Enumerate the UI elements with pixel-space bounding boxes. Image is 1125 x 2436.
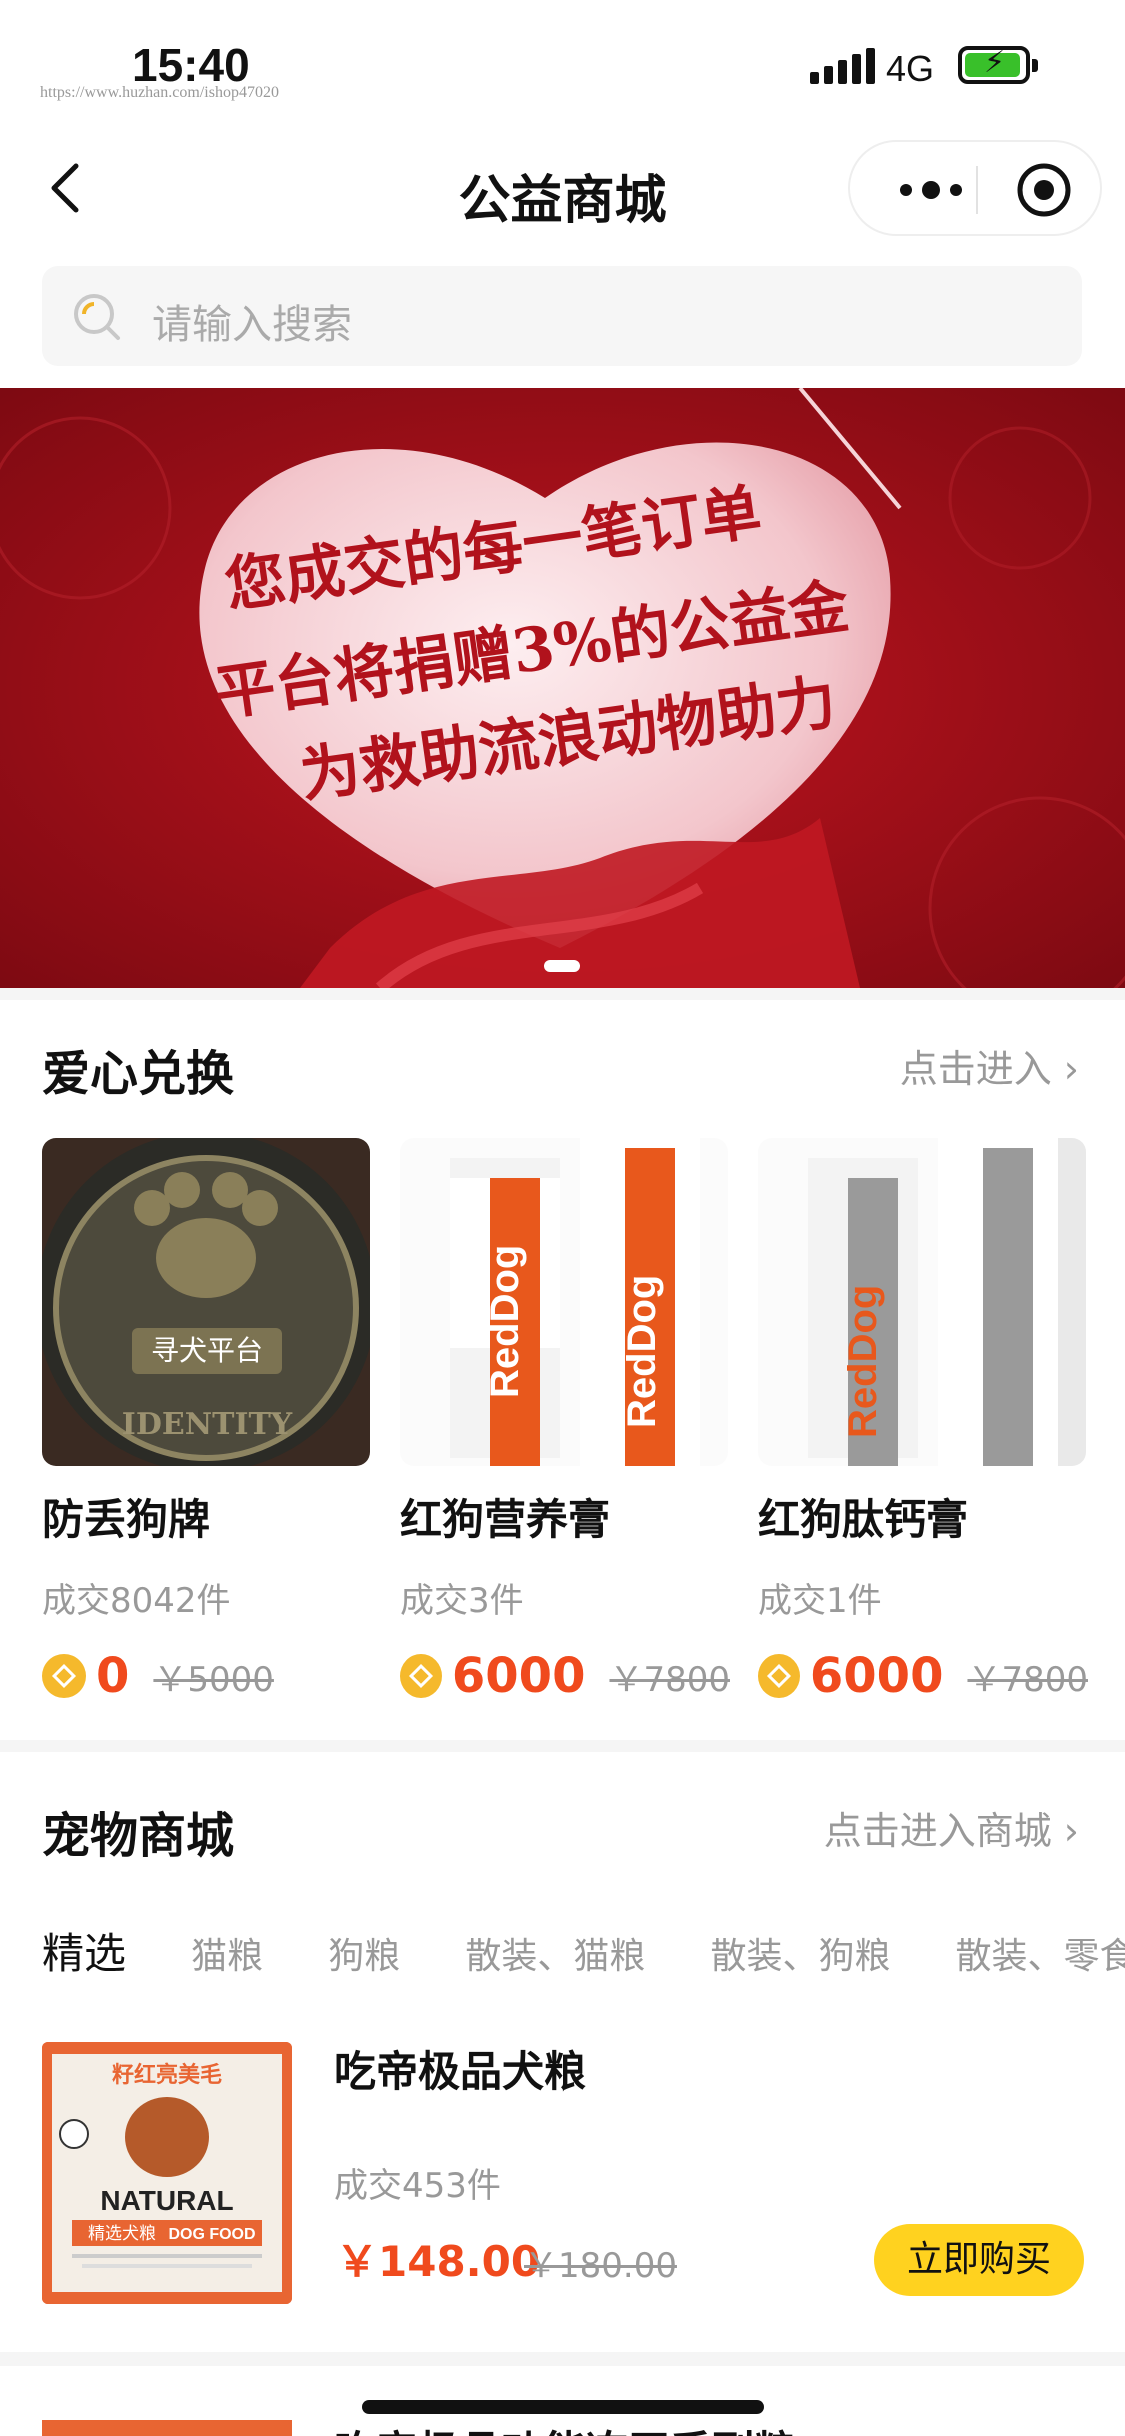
close-miniapp-icon[interactable]	[1014, 160, 1074, 220]
reddog-nutrition-paste-image: RedDog RedDog	[400, 1138, 728, 1466]
coin-icon	[42, 1654, 86, 1698]
exchange-item[interactable]: 寻犬平台 IDENTITY 防丢狗牌 成交8042件 0 ￥5000	[42, 1138, 372, 1704]
coin-price: 6000	[809, 1648, 944, 1704]
love-exchange-link[interactable]: 点击进入 ›	[900, 1038, 1079, 1093]
tab-bulk-snacks[interactable]: 散装、零食	[956, 1927, 1125, 1979]
product-image-partial	[42, 2420, 292, 2436]
love-exchange-title: 爱心兑换	[42, 1046, 235, 1102]
coin-price: 0	[96, 1648, 130, 1704]
signal-icon	[810, 48, 875, 84]
item-prices: 6000 ￥7800	[758, 1648, 1088, 1704]
item-prices: 0 ￥5000	[42, 1648, 372, 1704]
banner-text-block: 您成交的每一笔订单 平台将捐赠3%的公益金 为救助流浪动物助力	[0, 388, 1125, 988]
product-name-partial: 吃帝极品功能冻干系列粮	[334, 2418, 796, 2436]
item-sold: 成交1件	[758, 1581, 882, 1621]
original-price: ￥5000	[153, 1659, 274, 1700]
pack-sub-text: 精选犬粮	[88, 2224, 156, 2244]
item-sold: 成交3件	[400, 1581, 524, 1621]
promo-banner[interactable]: 您成交的每一笔订单 平台将捐赠3%的公益金 为救助流浪动物助力	[0, 388, 1125, 988]
item-name: 红狗肽钙膏	[758, 1495, 969, 1544]
tab-featured[interactable]: 精选	[42, 1920, 126, 1980]
dog-food-image: 籽红亮美毛 NATURAL 精选犬粮 DOG FOOD	[42, 2042, 292, 2304]
coin-icon	[400, 1654, 442, 1698]
coin-icon	[758, 1654, 800, 1698]
battery-icon: ⚡	[958, 46, 1038, 84]
original-price: ￥7800	[609, 1659, 730, 1700]
exchange-item[interactable]: RedDog 红狗肽钙膏 成交1件 6000 ￥7800	[758, 1138, 1088, 1704]
pack-top-text: 籽红亮美毛	[112, 2062, 222, 2088]
pet-shop-title: 宠物商城	[42, 1808, 235, 1864]
item-name: 防丢狗牌	[42, 1495, 211, 1544]
pack-en-text: DOG FOOD	[168, 2226, 255, 2243]
chevron-right-icon: ›	[1051, 1809, 1079, 1853]
reddog-brand-1: RedDog	[483, 1245, 527, 1398]
network-type: 4G	[886, 48, 935, 89]
item-name: 红狗营养膏	[400, 1495, 611, 1544]
buy-now-button[interactable]: 立即购买	[874, 2224, 1084, 2296]
product-sold: 成交453件	[334, 2166, 501, 2206]
pet-shop-link-text: 点击进入商城	[823, 1809, 1052, 1853]
product-original-price: ￥180.00	[524, 2246, 677, 2286]
search-input[interactable]: 请输入搜索	[42, 266, 1082, 366]
pack-brand-text: NATURAL	[100, 2185, 233, 2216]
chevron-right-icon: ›	[1051, 1047, 1079, 1091]
product-item[interactable]: 籽红亮美毛 NATURAL 精选犬粮 DOG FOOD 吃帝极品犬粮 成交453…	[0, 2032, 1125, 2322]
reddog-brand-2: RedDog	[620, 1275, 664, 1428]
reddog-calcium-paste-image: RedDog	[758, 1138, 1086, 1466]
pet-shop-section: 宠物商城 点击进入商城 › 精选 猫粮 狗粮 散装、猫粮 散装、狗粮 散装、零食…	[0, 1752, 1125, 2352]
category-tabs: 精选 猫粮 狗粮 散装、猫粮 散装、狗粮 散装、零食	[42, 1920, 1125, 1980]
love-exchange-link-text: 点击进入	[899, 1047, 1052, 1091]
miniapp-capsule	[848, 140, 1102, 236]
tab-cat-food[interactable]: 猫粮	[191, 1927, 263, 1979]
dog-tag-label: 寻犬平台	[151, 1334, 263, 1367]
pet-shop-link[interactable]: 点击进入商城 ›	[824, 1800, 1079, 1855]
status-bar: 15:40 https://www.huzhan.com/ishop47020 …	[0, 0, 1125, 130]
dog-tag-image: 寻犬平台 IDENTITY	[42, 1138, 370, 1466]
search-placeholder: 请输入搜索	[152, 302, 352, 348]
tab-bulk-cat-food[interactable]: 散装、猫粮	[465, 1927, 645, 1979]
item-prices: 6000 ￥7800	[400, 1648, 730, 1704]
love-exchange-section: 爱心兑换 点击进入 › 寻犬平台 IDENTITY 防丢狗牌 成交8042件 0…	[0, 1000, 1125, 1740]
more-icon[interactable]	[886, 172, 976, 208]
nav-bar: 公益商城	[0, 130, 1125, 250]
product-price: ￥148.00	[336, 2237, 541, 2286]
exchange-item[interactable]: RedDog RedDog 红狗营养膏 成交3件 6000 ￥7800	[400, 1138, 730, 1704]
reddog-brand-3: RedDog	[841, 1285, 885, 1438]
tab-bulk-dog-food[interactable]: 散装、狗粮	[710, 1927, 890, 1979]
search-area: 请输入搜索	[0, 250, 1125, 388]
coin-price: 6000	[451, 1648, 586, 1704]
original-price: ￥7800	[967, 1659, 1088, 1700]
capsule-divider	[976, 166, 978, 214]
tab-dog-food[interactable]: 狗粮	[328, 1927, 400, 1979]
home-indicator[interactable]	[362, 2400, 764, 2414]
search-icon	[74, 294, 120, 340]
product-name: 吃帝极品犬粮	[334, 2047, 587, 2096]
watermark-url: https://www.huzhan.com/ishop47020	[40, 84, 279, 101]
carousel-indicator	[544, 960, 580, 972]
item-sold: 成交8042件	[42, 1581, 231, 1621]
dog-tag-word: IDENTITY	[122, 1407, 293, 1442]
